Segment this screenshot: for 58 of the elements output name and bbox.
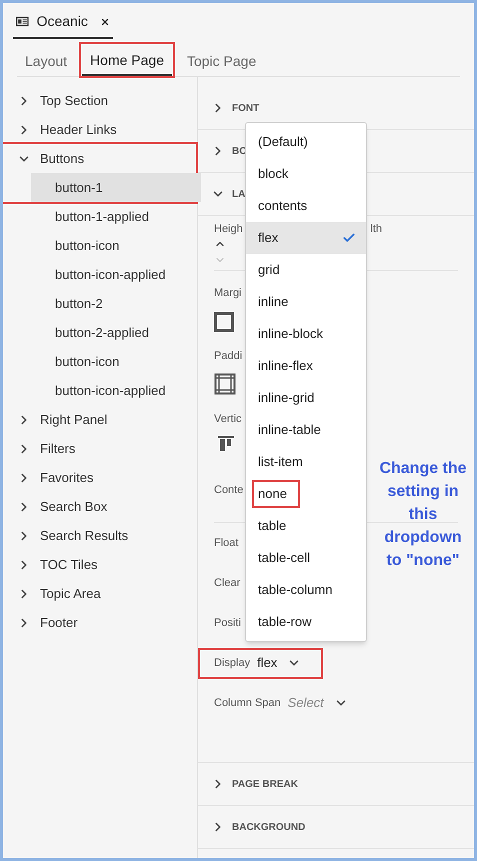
tab[interactable]: Layout [17,46,76,76]
display-select[interactable]: flex [257,653,302,673]
tree-item[interactable]: Favorites [3,463,197,492]
field-label: Display [214,656,250,671]
dropdown-option[interactable]: contents [246,190,366,222]
dropdown-option[interactable]: flex [246,222,366,254]
tree-item[interactable]: Right Panel [3,405,197,434]
tree-item[interactable]: button-icon-applied [31,260,201,289]
tab[interactable]: Home Page [82,46,172,76]
field-label: Paddi [214,349,244,364]
tree-item[interactable]: button-icon [31,347,201,376]
dropdown-option[interactable]: list-item [246,446,366,478]
dropdown-option[interactable]: inline [246,286,366,318]
tree-item[interactable]: button-1-applied [31,202,201,231]
dropdown-option[interactable]: table-column [246,574,366,606]
field-label: Clear [214,576,240,591]
tree-item[interactable]: Header Links [3,115,197,144]
field-label: Column Span [214,696,281,711]
tree-item[interactable]: Buttons [3,144,196,173]
tree-item[interactable]: Footer [3,608,197,637]
align-top-icon[interactable] [218,436,234,452]
dropdown-option[interactable]: grid [246,254,366,286]
field-label: Positi [214,616,241,631]
field-label: lth [370,222,382,237]
document-tab[interactable]: Oceanic [13,6,113,39]
dropdown-option[interactable]: inline-block [246,318,366,350]
tree-item[interactable]: Top Section [3,86,197,115]
dropdown-option[interactable]: table-row [246,606,366,638]
dropdown-option[interactable]: inline-grid [246,382,366,414]
check-icon [342,231,356,245]
tree-item[interactable]: button-2-applied [31,318,201,347]
tree-item[interactable]: Filters [3,434,197,463]
dropdown-option[interactable]: block [246,158,366,190]
tree-item[interactable]: button-icon [31,231,201,260]
tree-item[interactable]: button-1 [31,173,201,202]
panel-icon [16,16,29,27]
dropdown-option[interactable]: table [246,510,366,542]
dropdown-option[interactable]: inline-table [246,414,366,446]
margin-icon[interactable] [214,312,234,332]
field-label: Conte [214,483,244,498]
tree-item[interactable]: Topic Area [3,579,197,608]
tree-item[interactable]: TOC Tiles [3,550,197,579]
tab[interactable]: Topic Page [178,46,264,76]
section-header[interactable]: BACKGROUND [198,806,474,849]
annotation-text: Change the setting in this dropdown to "none" [378,459,468,571]
tree-item[interactable]: button-2 [31,289,201,318]
field-label: Vertic [214,412,243,427]
dropdown-option[interactable]: table-cell [246,542,366,574]
padding-icon[interactable] [214,372,236,394]
tree-item[interactable]: Search Results [3,521,197,550]
dropdown-option[interactable]: inline-flex [246,350,366,382]
tab-title: Oceanic [36,12,88,31]
field-label: Float [214,536,238,551]
field-label: Heigh [214,222,243,237]
tree-item[interactable]: Search Box [3,492,197,521]
tree-item[interactable]: button-icon-applied [31,376,201,405]
section-header[interactable]: PAGE BREAK [198,763,474,806]
dropdown-option[interactable]: none [246,478,366,510]
